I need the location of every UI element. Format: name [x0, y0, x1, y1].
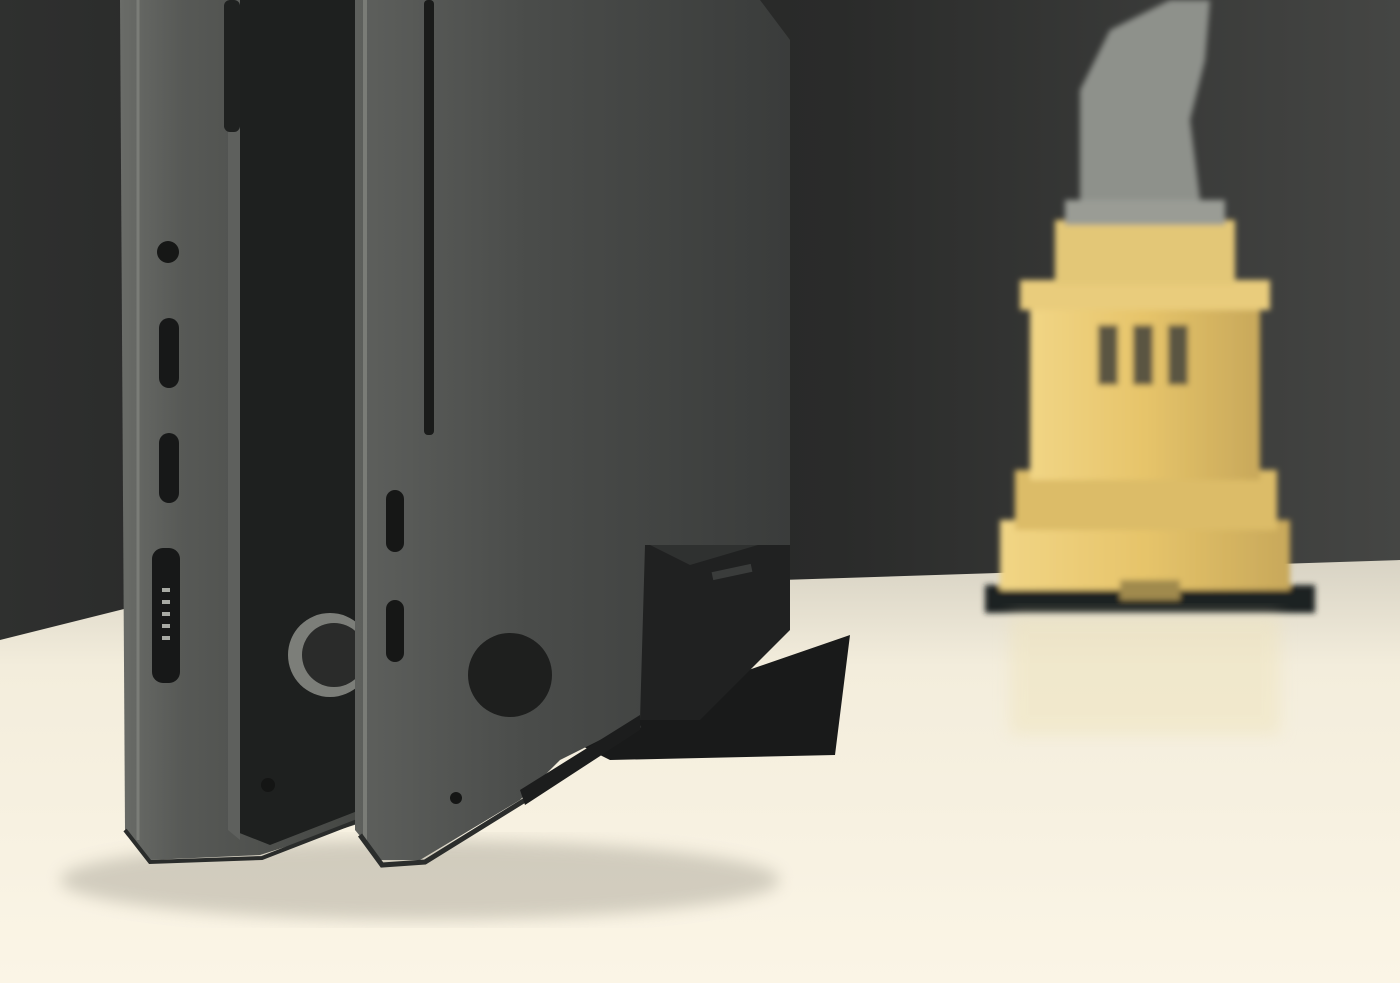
- usb-c-port-icon: [159, 318, 179, 388]
- screw-icon: [261, 778, 275, 792]
- statue-reflection: [1010, 615, 1280, 735]
- photo-scene: [0, 0, 1400, 983]
- laptop-foot-icon: [468, 633, 552, 717]
- screw-icon: [450, 792, 462, 804]
- usb-c-port-icon: [386, 490, 404, 552]
- usb-c-port-icon: [159, 433, 179, 503]
- headphone-jack-icon: [157, 241, 179, 263]
- usb-c-port-icon: [386, 600, 404, 662]
- photo-illustration: [0, 0, 1400, 983]
- left-laptop-icon: [120, 0, 372, 865]
